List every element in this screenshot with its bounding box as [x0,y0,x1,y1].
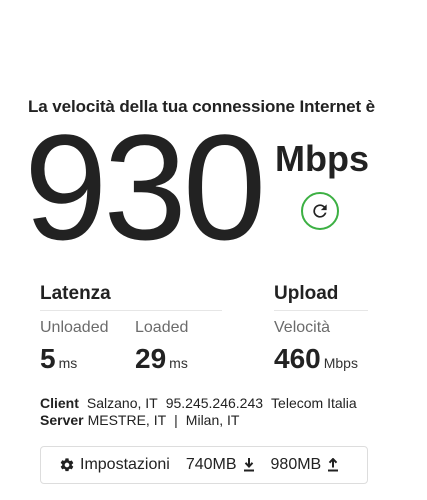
upload-title: Upload [274,283,339,304]
client-info: Client Salzano, IT 95.245.246.243 Telecom I… [40,395,357,411]
loaded-latency: 29 ms [135,343,188,375]
server-location-2: Milan, IT [185,412,240,428]
upload-divider [274,310,368,311]
speed-test-page: La velocità della tua connessione Intern… [0,0,427,500]
upload-amount: 980MB [270,456,322,473]
server-info: Server MESTRE, IT | Milan, IT [40,412,239,428]
upload-speed: 460 Mbps [274,343,358,375]
client-isp: Telecom Italia [271,395,357,411]
settings-label: Impostazioni [80,456,170,473]
loaded-label: Loaded [135,319,189,336]
refresh-button[interactable] [301,192,339,230]
unloaded-latency: 5 ms [40,343,77,375]
download-amount: 740MB [185,456,237,473]
upload-icon [327,458,339,472]
upload-speed-value: 460 [274,343,321,374]
server-location: MESTRE, IT [87,412,167,428]
download-icon [243,458,255,472]
unloaded-latency-value: 5 [40,343,56,374]
client-label: Client [40,395,79,411]
gear-icon [59,457,75,473]
refresh-icon [310,201,330,221]
server-separator: | [174,412,178,428]
unloaded-label: Unloaded [40,319,109,336]
latency-title: Latenza [40,283,111,304]
upload-speed-label: Velocità [274,319,331,336]
download-speed-unit: Mbps [275,138,369,179]
loaded-latency-value: 29 [135,343,167,374]
server-label: Server [40,412,84,428]
client-ip: 95.245.246.243 [165,395,264,411]
client-location: Salzano, IT [86,395,158,411]
settings-button[interactable]: Impostazioni 740MB 980MB [40,446,368,484]
unloaded-latency-unit: ms [58,355,78,371]
latency-divider [40,310,222,311]
upload-speed-unit: Mbps [323,355,358,371]
download-speed-value: 930 [24,103,266,271]
loaded-latency-unit: ms [169,355,188,371]
